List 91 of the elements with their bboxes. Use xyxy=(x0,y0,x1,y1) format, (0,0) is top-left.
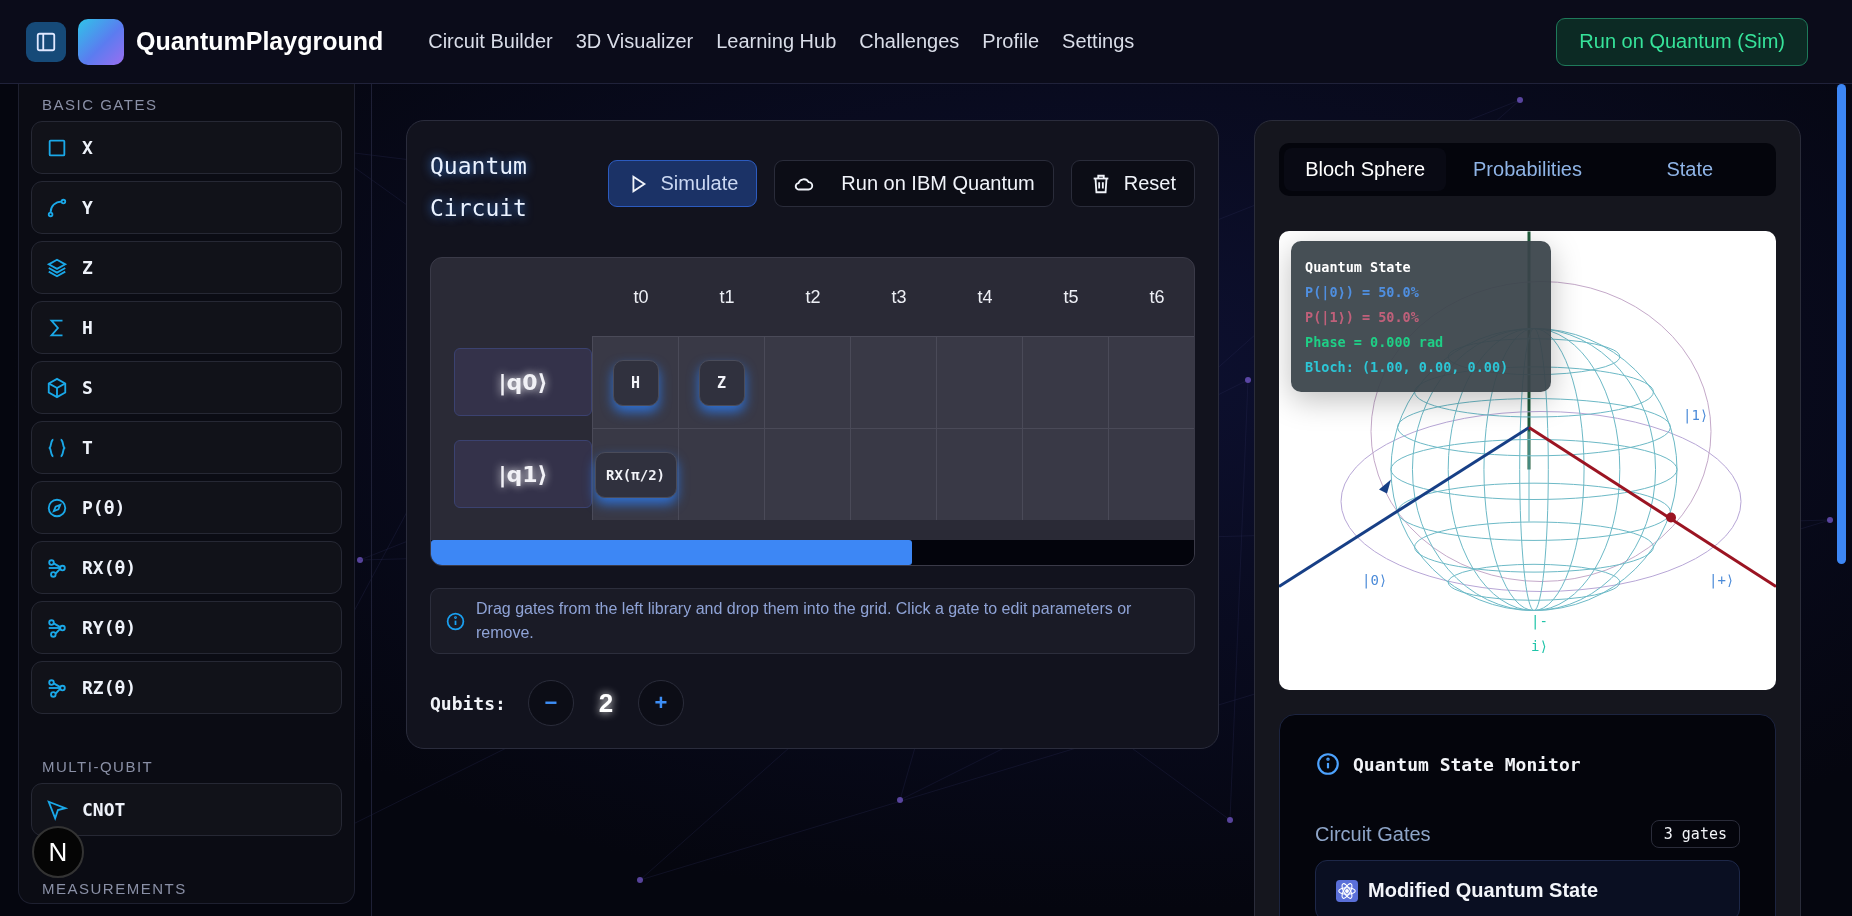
atom-icon xyxy=(1336,879,1358,902)
grid-cell[interactable] xyxy=(1108,429,1194,520)
braces-icon xyxy=(46,436,68,459)
axis-label: |-i⟩ xyxy=(1531,612,1549,656)
tooltip-line: P(|0⟩) = 50.0% xyxy=(1305,283,1420,303)
gate-item[interactable]: X xyxy=(31,121,342,174)
sidebar-icon xyxy=(35,30,57,53)
monitor-title: Quantum State Monitor xyxy=(1353,753,1581,775)
gate-count-badge: 3 gates xyxy=(1650,820,1740,848)
card-title: Modified Quantum State xyxy=(1368,879,1598,902)
grid-cell[interactable] xyxy=(936,429,1022,520)
section-heading: MEASUREMENTS xyxy=(41,879,188,899)
gate-item[interactable]: Z xyxy=(31,241,342,294)
brand-name[interactable]: QuantumPlayground xyxy=(136,27,384,56)
info-icon xyxy=(1315,751,1341,777)
grid-cell[interactable] xyxy=(850,337,936,428)
sidebar-toggle-button[interactable] xyxy=(26,21,66,62)
scrollbar-thumb[interactable] xyxy=(431,540,912,565)
nav-link[interactable]: Settings xyxy=(1062,30,1135,53)
grid-cell[interactable]: RX(π/2) xyxy=(592,429,678,520)
curve-icon xyxy=(46,196,68,219)
qubit-count: 2 xyxy=(597,687,615,719)
grid-cell[interactable] xyxy=(850,429,936,520)
horizontal-scrollbar[interactable] xyxy=(431,540,1194,565)
simulate-button[interactable]: Simulate xyxy=(607,160,758,207)
network-icon xyxy=(46,676,68,699)
time-step-label: t3 xyxy=(890,286,908,308)
axis-label: |+⟩ xyxy=(1709,571,1735,591)
gate-item[interactable]: Y xyxy=(31,181,342,234)
tooltip-line: Phase = 0.000 rad xyxy=(1305,333,1445,352)
gate-item[interactable]: RY(θ) xyxy=(31,601,342,654)
gate-item[interactable]: RX(θ) xyxy=(31,541,342,594)
cursor-arrow-icon xyxy=(46,798,68,821)
panel-title: Quantum Circuit xyxy=(430,152,528,223)
time-step-label: t1 xyxy=(718,286,736,308)
section-heading: MULTI-QUBIT xyxy=(41,757,155,777)
placed-gate[interactable]: H xyxy=(612,359,659,406)
logo-icon xyxy=(78,18,124,65)
time-step-label: t0 xyxy=(632,286,650,308)
run-ibm-button[interactable]: Run on IBM Quantum xyxy=(774,160,1054,207)
reset-button[interactable]: Reset xyxy=(1070,160,1195,207)
time-step-label: t6 xyxy=(1148,286,1166,308)
axis-label: |1⟩ xyxy=(1683,406,1709,426)
info-icon xyxy=(445,610,466,632)
grid-cell[interactable] xyxy=(764,429,850,520)
gate-item[interactable]: CNOT xyxy=(31,783,342,836)
placed-gate[interactable]: RX(π/2) xyxy=(594,451,677,498)
gate-item[interactable]: T xyxy=(31,421,342,474)
tooltip-line: Bloch: (1.00, 0.00, 0.00) xyxy=(1305,358,1510,377)
grid-cell[interactable] xyxy=(936,337,1022,428)
qubit-label: |q1⟩ xyxy=(454,440,592,508)
layers-icon xyxy=(46,256,68,279)
qubits-label: Qubits: xyxy=(430,692,506,714)
tooltip-line: P(|1⟩) = 50.0% xyxy=(1305,308,1420,328)
compass-icon xyxy=(46,496,68,519)
section-label: Circuit Gates xyxy=(1315,822,1431,846)
gate-item[interactable]: RZ(θ) xyxy=(31,661,342,714)
nav-link[interactable]: Learning Hub xyxy=(716,30,837,53)
network-icon xyxy=(46,616,68,639)
hint-text: Drag gates from the left library and drop them into the grid. Click a gate to edit parameters or remove. xyxy=(476,599,1133,643)
vertical-scrollbar[interactable] xyxy=(1837,84,1846,564)
grid-cell[interactable] xyxy=(764,337,850,428)
network-icon xyxy=(46,556,68,579)
section-heading: BASIC GATES xyxy=(41,95,159,115)
time-step-label: t2 xyxy=(804,286,822,308)
decrement-button[interactable]: − xyxy=(527,680,574,726)
time-step-label: t5 xyxy=(1062,286,1080,308)
tooltip-title: Quantum State xyxy=(1305,258,1412,277)
placed-gate[interactable]: Z xyxy=(698,359,745,406)
axis-label: |0⟩ xyxy=(1362,571,1388,591)
nav-link[interactable]: Profile xyxy=(982,30,1040,53)
grid-cell[interactable] xyxy=(1108,337,1194,428)
nav-link[interactable]: Circuit Builder xyxy=(428,30,553,53)
grid-cell[interactable]: H xyxy=(592,337,678,428)
grid-cell[interactable] xyxy=(1022,337,1108,428)
cube-icon xyxy=(46,376,68,399)
increment-button[interactable]: + xyxy=(637,680,684,726)
time-step-label: t4 xyxy=(976,286,994,308)
gate-item[interactable]: P(θ) xyxy=(31,481,342,534)
grid-cell[interactable] xyxy=(678,429,764,520)
nav-link[interactable]: Challenges xyxy=(859,30,960,53)
qubit-label: |q0⟩ xyxy=(454,348,592,416)
gate-item[interactable]: S xyxy=(31,361,342,414)
grid-cell[interactable]: Z xyxy=(678,337,764,428)
view-tab[interactable]: Bloch Sphere xyxy=(1284,148,1447,191)
view-tab[interactable]: Probabilities xyxy=(1446,148,1609,191)
run-simulation-button[interactable]: Run on Quantum (Sim) xyxy=(1556,17,1808,66)
view-tab[interactable]: State xyxy=(1608,148,1771,191)
nav-link[interactable]: 3D Visualizer xyxy=(575,30,694,53)
gate-item[interactable]: H xyxy=(31,301,342,354)
grid-cell[interactable] xyxy=(1022,429,1108,520)
